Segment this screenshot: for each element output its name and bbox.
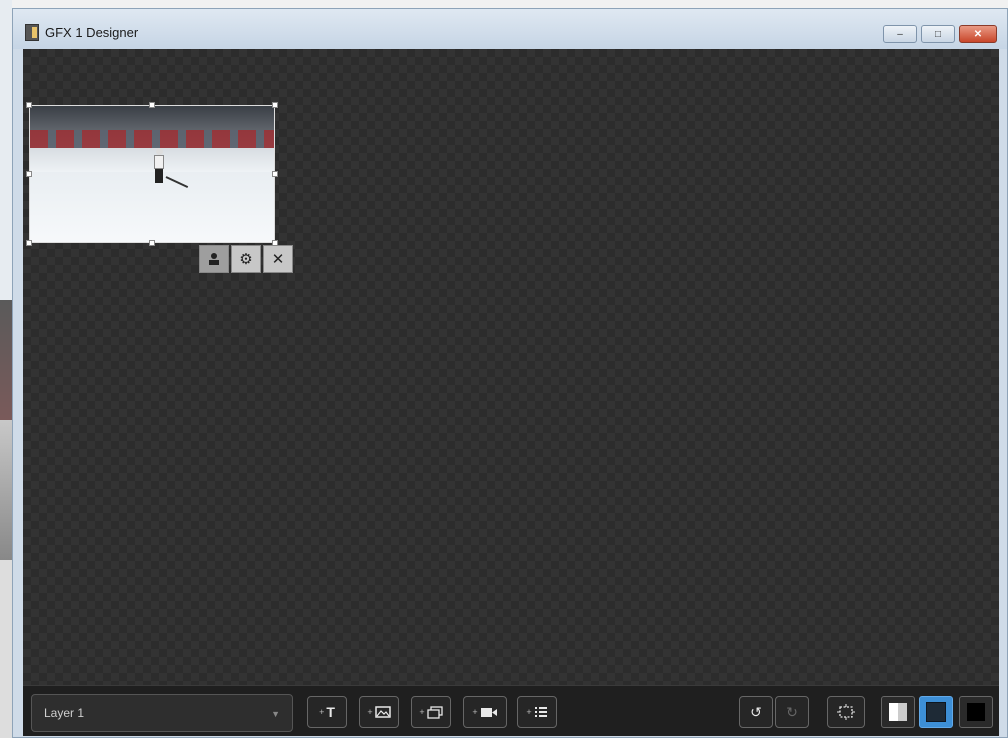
- resize-handle-bottom[interactable]: [149, 240, 155, 246]
- background-black-button[interactable]: [959, 696, 993, 728]
- dark-swatch-icon: [926, 702, 946, 722]
- background-dark-button[interactable]: [919, 696, 953, 728]
- resize-handle-top-right[interactable]: [272, 102, 278, 108]
- add-list-button[interactable]: +: [517, 696, 557, 728]
- slideshow-icon: [426, 705, 443, 719]
- designer-client-area: ⚙ ✕ Layer 1 ▼ + T + + + + ↺ ↻: [23, 49, 999, 736]
- resize-handle-right[interactable]: [272, 171, 278, 177]
- add-video-button[interactable]: +: [463, 696, 507, 728]
- resize-handle-bottom-left[interactable]: [26, 240, 32, 246]
- text-icon: T: [326, 704, 335, 720]
- video-source-button[interactable]: [199, 245, 229, 273]
- gfx-designer-window: GFX 1 Designer – □ ✕ ⚙ ✕ Layer 1 ▼ + T +…: [12, 8, 1008, 738]
- resize-handle-top-left[interactable]: [26, 102, 32, 108]
- close-button[interactable]: ✕: [959, 25, 997, 43]
- undo-icon: ↺: [750, 703, 762, 720]
- user-icon: [209, 253, 219, 265]
- maximize-button[interactable]: □: [921, 25, 955, 43]
- design-canvas[interactable]: ⚙ ✕: [23, 49, 999, 685]
- arena-stands: [30, 130, 274, 148]
- fit-screen-button[interactable]: [827, 696, 865, 728]
- resize-handle-top[interactable]: [149, 102, 155, 108]
- minimize-button[interactable]: –: [883, 25, 917, 43]
- gear-icon: ⚙: [239, 251, 253, 268]
- desktop-top-edge: [0, 0, 1008, 8]
- object-toolbar: ⚙ ✕: [199, 245, 293, 273]
- add-text-button[interactable]: + T: [307, 696, 347, 728]
- checkerboard-swatch-icon: [889, 703, 907, 721]
- background-checkerboard-button[interactable]: [881, 696, 915, 728]
- undo-button[interactable]: ↺: [739, 696, 773, 728]
- title-bar[interactable]: GFX 1 Designer – □ ✕: [13, 9, 1007, 49]
- app-icon: [25, 24, 39, 41]
- window-title: GFX 1 Designer: [45, 25, 139, 40]
- list-icon: [534, 706, 547, 717]
- layer-select-value: Layer 1: [44, 706, 85, 720]
- fit-screen-icon: [837, 704, 855, 720]
- close-icon: ✕: [271, 251, 285, 268]
- video-layer[interactable]: [29, 105, 275, 243]
- add-image-button[interactable]: +: [359, 696, 399, 728]
- redo-button[interactable]: ↻: [775, 696, 809, 728]
- video-camera-icon: [480, 707, 497, 717]
- image-icon: [374, 706, 391, 718]
- redo-icon: ↻: [786, 703, 798, 720]
- resize-handle-left[interactable]: [26, 171, 32, 177]
- delete-button[interactable]: ✕: [263, 245, 293, 273]
- desktop-left-edge: [0, 0, 12, 738]
- chevron-down-icon: ▼: [271, 709, 280, 719]
- hockey-player: [152, 148, 166, 184]
- bottom-toolbar: Layer 1 ▼ + T + + + + ↺ ↻: [23, 685, 999, 736]
- black-swatch-icon: [967, 703, 985, 721]
- add-slideshow-button[interactable]: +: [411, 696, 451, 728]
- layer-select[interactable]: Layer 1 ▼: [31, 694, 293, 732]
- settings-button[interactable]: ⚙: [231, 245, 261, 273]
